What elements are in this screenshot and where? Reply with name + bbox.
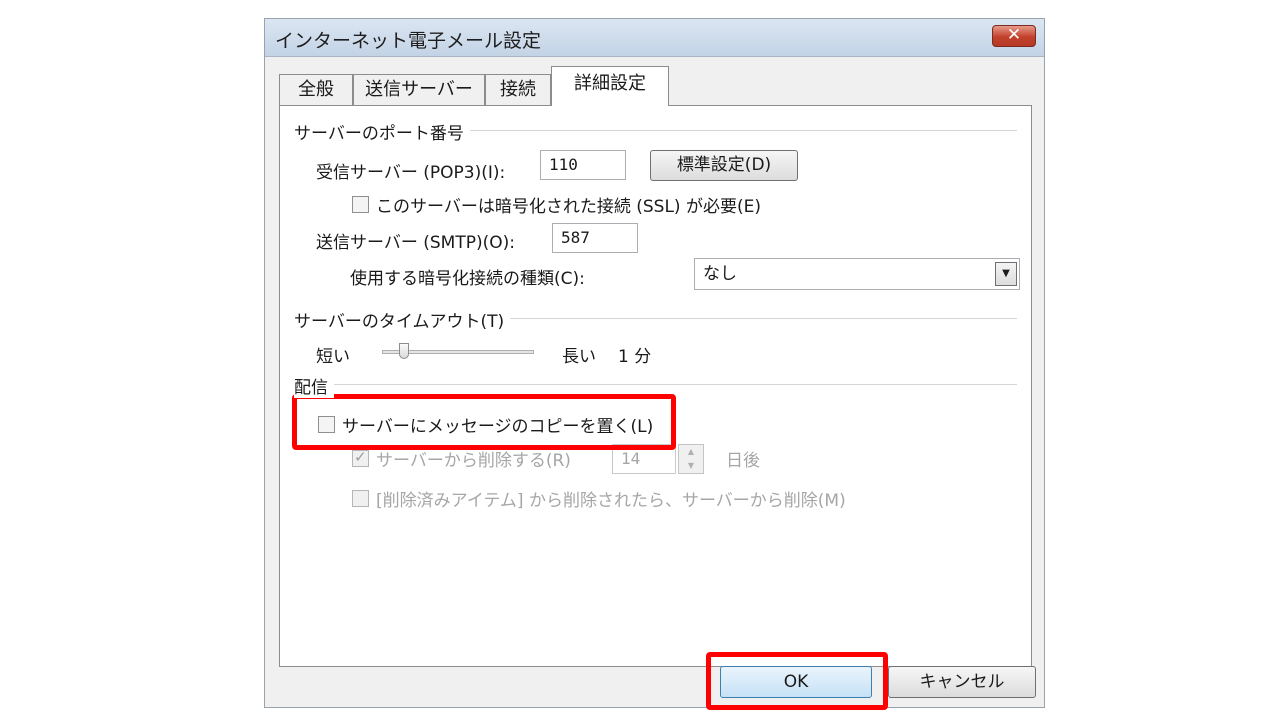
spin-down-icon[interactable]: ▼ — [679, 459, 703, 473]
incoming-server-label: 受信サーバー (POP3)(I): — [316, 163, 506, 183]
spin-up-icon[interactable]: ▲ — [679, 445, 703, 459]
title-bar: インターネット電子メール設定 ✕ — [265, 19, 1044, 57]
leave-copy-label: サーバーにメッセージのコピーを置く(L) — [342, 417, 654, 437]
leave-copy-checkbox[interactable] — [318, 416, 335, 433]
remove-after-days-input[interactable]: 14 — [612, 444, 676, 474]
internet-email-settings-dialog: インターネット電子メール設定 ✕ 全般 送信サーバー 接続 詳細設定 サーバーの… — [264, 18, 1045, 708]
encryption-type-select[interactable]: なし ▼ — [694, 258, 1020, 290]
remove-after-checkbox[interactable]: ✓ — [352, 448, 369, 467]
timeout-short-label: 短い — [316, 347, 350, 367]
timeout-section-title: サーバーのタイムアウト(T) — [294, 307, 511, 332]
timeout-long-label: 長い — [562, 347, 596, 367]
days-spinner[interactable]: ▲ ▼ — [678, 444, 704, 474]
tab-general[interactable]: 全般 — [279, 74, 353, 106]
tab-outgoing-server[interactable]: 送信サーバー — [353, 74, 485, 106]
default-settings-button[interactable]: 標準設定(D) — [650, 150, 798, 181]
close-icon: ✕ — [1006, 25, 1022, 45]
close-button[interactable]: ✕ — [992, 25, 1036, 47]
timeout-value: 1 分 — [618, 347, 652, 367]
ssl-required-label: このサーバーは暗号化された接続 (SSL) が必要(E) — [376, 197, 761, 217]
ok-button[interactable]: OK — [720, 666, 872, 698]
chevron-down-icon[interactable]: ▼ — [995, 262, 1017, 286]
outgoing-port-input[interactable]: 587 — [552, 223, 638, 253]
timeout-slider-thumb[interactable] — [399, 343, 410, 359]
delivery-section-title: 配信 — [294, 373, 334, 398]
delivery-separator — [294, 384, 1017, 386]
incoming-port-input[interactable]: 110 — [540, 150, 626, 180]
remove-when-deleted-label: [削除済みアイテム] から削除されたら、サーバーから削除(M) — [376, 491, 846, 511]
ssl-required-checkbox[interactable] — [352, 196, 369, 213]
checkmark-icon: ✓ — [354, 448, 367, 466]
days-unit-label: 日後 — [726, 451, 760, 471]
window-title: インターネット電子メール設定 — [275, 30, 542, 52]
remove-after-label: サーバーから削除する(R) — [376, 451, 571, 471]
remove-when-deleted-checkbox[interactable] — [352, 490, 369, 507]
tab-advanced[interactable]: 詳細設定 — [551, 66, 669, 106]
encryption-type-value: なし — [703, 264, 737, 284]
ports-section-title: サーバーのポート番号 — [294, 119, 470, 144]
outgoing-server-label: 送信サーバー (SMTP)(O): — [316, 233, 515, 253]
encryption-type-label: 使用する暗号化接続の種類(C): — [350, 269, 585, 289]
tab-connection[interactable]: 接続 — [485, 74, 551, 106]
advanced-settings-panel: サーバーのポート番号 受信サーバー (POP3)(I): 110 標準設定(D)… — [279, 105, 1032, 667]
cancel-button[interactable]: キャンセル — [888, 666, 1036, 698]
